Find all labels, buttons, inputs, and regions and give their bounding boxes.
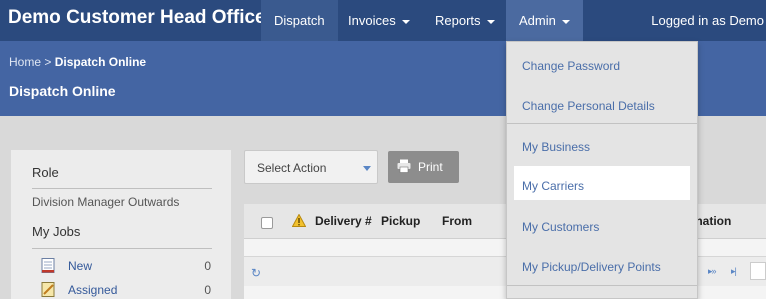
sidebar-item-new[interactable]: New 0 [41, 257, 211, 275]
top-navbar: Demo Customer Head Office Dispatch Invoi… [0, 0, 766, 41]
column-pickup[interactable]: Pickup [381, 214, 420, 228]
menu-item-label: Change Personal Details [522, 99, 655, 113]
sidebar-item-label: Assigned [68, 283, 118, 297]
sidebar-panel: Role Division Manager Outwards My Jobs N… [11, 150, 231, 299]
chevron-down-icon [363, 166, 371, 171]
nav-invoices[interactable]: Invoices [335, 0, 423, 41]
menu-item-my-business[interactable]: My Business [507, 127, 697, 161]
chevron-down-icon [561, 19, 570, 24]
role-value: Division Manager Outwards [32, 195, 180, 209]
menu-item-change-personal-details[interactable]: Change Personal Details [507, 86, 697, 120]
menu-item-label: Change Password [522, 59, 621, 73]
menu-item-my-pickup-delivery-points[interactable]: My Pickup/Delivery Points [507, 247, 697, 281]
menu-item-change-password[interactable]: Change Password [507, 46, 697, 80]
menu-item-my-carriers[interactable]: My Carriers [514, 166, 690, 200]
breadcrumb: Home > Dispatch Online [9, 55, 146, 69]
page-size-select[interactable] [750, 262, 766, 280]
select-action-label: Select Action [257, 161, 327, 175]
column-delivery[interactable]: Delivery # [315, 214, 372, 228]
menu-item-my-customers[interactable]: My Customers [507, 207, 697, 241]
nav-dispatch[interactable]: Dispatch [261, 0, 338, 41]
role-heading: Role [32, 165, 59, 180]
logged-in-status: Logged in as Demo [651, 13, 764, 28]
last-page-icon[interactable]: ▸| [731, 266, 737, 277]
select-action-dropdown[interactable]: Select Action [244, 150, 378, 184]
menu-divider [507, 123, 697, 124]
menu-item-label: My Carriers [522, 179, 584, 193]
select-all-checkbox[interactable] [261, 217, 273, 229]
chevron-down-icon [486, 19, 495, 24]
nav-invoices-label: Invoices [348, 13, 396, 28]
sidebar-item-assigned[interactable]: Assigned 0 [41, 281, 211, 299]
divider [32, 248, 212, 249]
nav-admin-label: Admin [519, 13, 556, 28]
print-label: Print [418, 160, 443, 174]
job-count: 0 [204, 259, 211, 273]
pencil-document-icon [41, 282, 55, 297]
menu-item-label: My Customers [522, 220, 600, 234]
menu-divider [507, 285, 697, 286]
nav-reports-label: Reports [435, 13, 481, 28]
menu-item-label: My Pickup/Delivery Points [522, 260, 661, 274]
menu-item-label: My Business [522, 140, 591, 154]
nav-admin[interactable]: Admin [506, 0, 583, 41]
column-from[interactable]: From [442, 214, 472, 228]
sidebar-item-label: New [68, 259, 93, 273]
chevron-down-icon [401, 19, 410, 24]
print-button[interactable]: Print [388, 151, 459, 183]
my-jobs-heading: My Jobs [32, 224, 81, 239]
nav-reports[interactable]: Reports [422, 0, 508, 41]
document-icon [41, 258, 55, 273]
job-count: 0 [204, 283, 211, 297]
app-title[interactable]: Demo Customer Head Office [8, 7, 266, 29]
nav-dispatch-label: Dispatch [274, 13, 325, 28]
breadcrumb-separator: > [44, 55, 52, 69]
divider [32, 188, 212, 189]
printer-icon [397, 159, 411, 173]
refresh-icon[interactable]: ↻ [251, 266, 261, 280]
breadcrumb-current: Dispatch Online [54, 55, 147, 69]
page-title: Dispatch Online [9, 83, 116, 99]
next-page-icon[interactable]: ▸» [708, 266, 716, 277]
breadcrumb-home[interactable]: Home [9, 55, 41, 69]
admin-dropdown-menu: Change Password Change Personal Details … [506, 41, 698, 299]
warning-icon [291, 213, 307, 227]
